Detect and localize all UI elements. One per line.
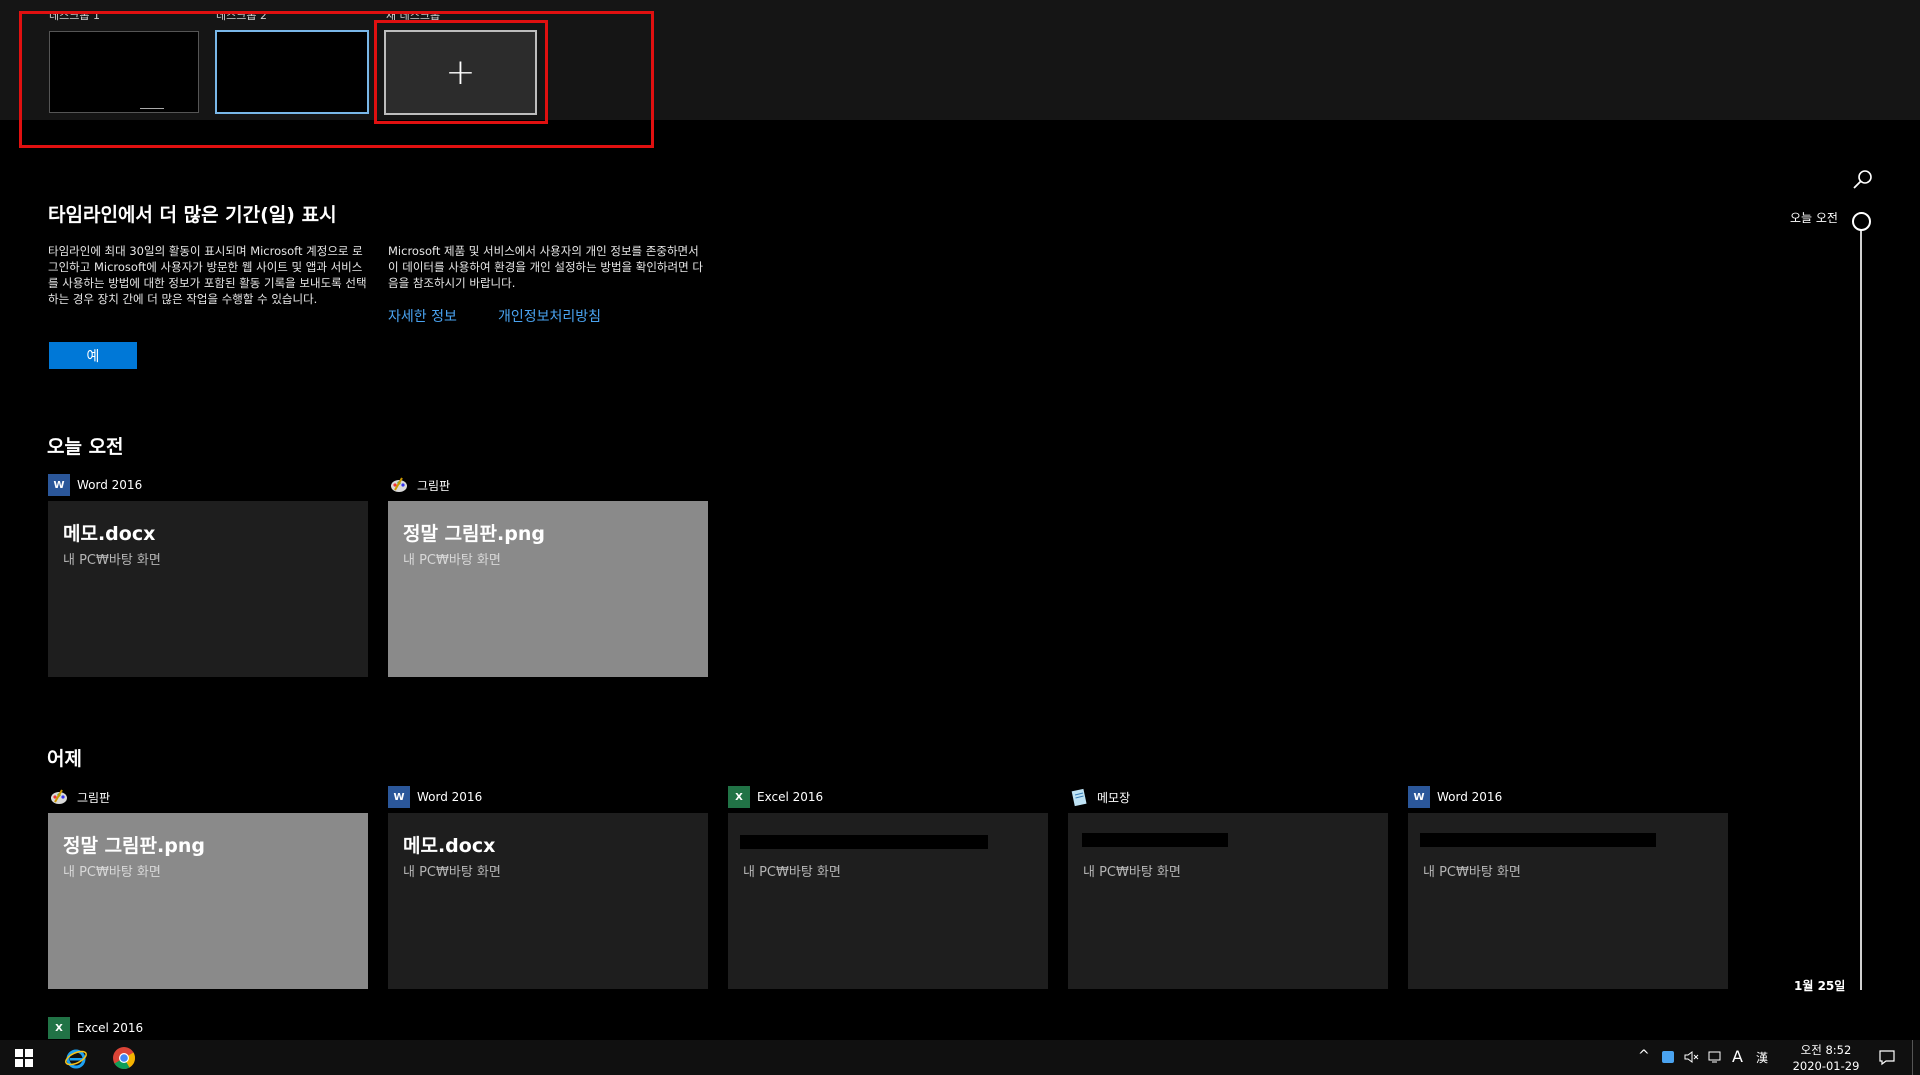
- desktops-highlight: [19, 11, 654, 148]
- notification-icon[interactable]: [1878, 1048, 1896, 1070]
- card-title: 정말 그림판.png: [403, 523, 545, 545]
- timeline-handle[interactable]: [1852, 212, 1871, 231]
- excel-icon: X: [728, 786, 750, 808]
- card-app-header: W Word 2016: [388, 785, 482, 809]
- card-subtitle: 내 PC₩바탕 화면: [63, 553, 161, 568]
- clock-time: 오전 8:52: [1800, 1043, 1852, 1057]
- ime-mode-indicator[interactable]: A: [1732, 1047, 1743, 1066]
- card-subtitle: 내 PC₩바탕 화면: [403, 553, 501, 568]
- internet-explorer-button[interactable]: [60, 1040, 92, 1075]
- word-icon: W: [48, 474, 70, 496]
- notepad-icon: [1068, 786, 1090, 808]
- section-title-today: 오늘 오전: [47, 436, 124, 458]
- card-subtitle: 내 PC₩바탕 화면: [743, 865, 841, 880]
- card-subtitle: 내 PC₩바탕 화면: [403, 865, 501, 880]
- card-app-header: X Excel 2016: [728, 785, 823, 809]
- search-icon[interactable]: [1852, 168, 1874, 190]
- excel-icon: X: [48, 1017, 70, 1039]
- card-subtitle: 내 PC₩바탕 화면: [1083, 865, 1181, 880]
- clock-date: 2020-01-29: [1792, 1059, 1860, 1073]
- redacted-title: [1420, 833, 1656, 847]
- app-name: Excel 2016: [77, 1021, 144, 1035]
- ime-hanja-indicator[interactable]: 漢: [1756, 1049, 1768, 1066]
- app-name: 그림판: [77, 790, 111, 805]
- app-name: Excel 2016: [757, 790, 824, 804]
- activity-card[interactable]: 내 PC₩바탕 화면: [1068, 813, 1388, 989]
- card-title: 메모.docx: [63, 523, 156, 545]
- taskbar: ^ A 漢 오전 8:52 2020-01-29: [0, 1040, 1920, 1075]
- paint-icon: [48, 786, 70, 808]
- show-desktop-divider[interactable]: [1912, 1040, 1913, 1075]
- timeline-info-text-left: 타임라인에 최대 30일의 활동이 표시되며 Microsoft 계정으로 로그…: [48, 244, 367, 306]
- card-app-header: X Excel 2016: [48, 1016, 143, 1040]
- start-button[interactable]: [10, 1040, 38, 1075]
- activity-card[interactable]: 정말 그림판.png 내 PC₩바탕 화면: [48, 813, 368, 989]
- card-app-header: 그림판: [48, 785, 110, 809]
- app-name: Word 2016: [1437, 790, 1503, 804]
- activity-card[interactable]: 내 PC₩바탕 화면: [1408, 813, 1728, 989]
- card-app-header: 메모장: [1068, 785, 1130, 809]
- chrome-icon: [113, 1046, 135, 1069]
- app-name: Word 2016: [417, 790, 483, 804]
- chevron-up-icon[interactable]: ^: [1638, 1048, 1650, 1064]
- privacy-policy-link[interactable]: 개인정보처리방침: [498, 306, 601, 326]
- timeline-info-title: 타임라인에서 더 많은 기간(일) 표시: [48, 204, 337, 226]
- activity-card[interactable]: 메모.docx 내 PC₩바탕 화면: [48, 501, 368, 677]
- card-app-header: W Word 2016: [48, 473, 142, 497]
- section-title-yesterday: 어제: [47, 748, 82, 770]
- internet-explorer-icon: [65, 1049, 87, 1068]
- app-name: 메모장: [1097, 790, 1131, 805]
- activity-card[interactable]: 정말 그림판.png 내 PC₩바탕 화면: [388, 501, 708, 677]
- card-subtitle: 내 PC₩바탕 화면: [1423, 865, 1521, 880]
- more-info-link[interactable]: 자세한 정보: [388, 306, 457, 326]
- yes-button[interactable]: 예: [49, 342, 137, 369]
- timeline-top-label: 오늘 오전: [1790, 211, 1838, 225]
- timeline-bottom-label: 1월 25일: [1794, 979, 1846, 993]
- timeline-scrollbar[interactable]: [1860, 230, 1862, 990]
- activity-card[interactable]: 내 PC₩바탕 화면: [728, 813, 1048, 989]
- card-title: 메모.docx: [403, 835, 496, 857]
- app-name: 그림판: [417, 478, 451, 493]
- redacted-title: [740, 835, 988, 849]
- card-subtitle: 내 PC₩바탕 화면: [63, 865, 161, 880]
- card-app-header: 그림판: [388, 473, 450, 497]
- volume-muted-icon[interactable]: [1684, 1049, 1700, 1069]
- chrome-button[interactable]: [108, 1040, 140, 1075]
- windows-icon: [15, 1048, 33, 1067]
- timeline-info-text-right: Microsoft 제품 및 서비스에서 사용자의 개인 정보를 존중하면서 이…: [388, 244, 703, 290]
- word-icon: W: [1408, 786, 1430, 808]
- card-title: 정말 그림판.png: [63, 835, 205, 857]
- network-icon[interactable]: [1708, 1049, 1724, 1069]
- redacted-title: [1082, 833, 1228, 847]
- clock[interactable]: 오전 8:52 2020-01-29: [1790, 1042, 1862, 1074]
- word-icon: W: [388, 786, 410, 808]
- paint-icon: [388, 474, 410, 496]
- card-app-header: W Word 2016: [1408, 785, 1502, 809]
- sync-icon[interactable]: [1660, 1049, 1676, 1069]
- app-name: Word 2016: [77, 478, 143, 492]
- activity-card[interactable]: 메모.docx 내 PC₩바탕 화면: [388, 813, 708, 989]
